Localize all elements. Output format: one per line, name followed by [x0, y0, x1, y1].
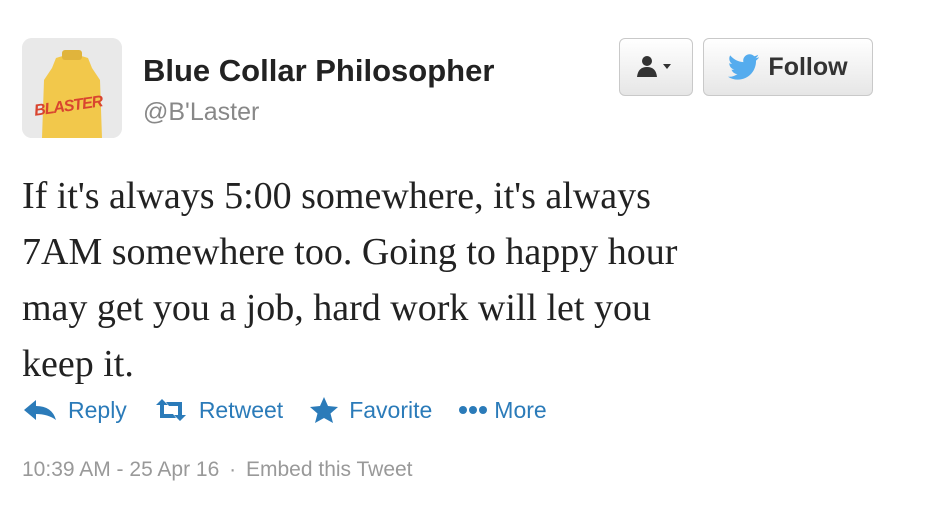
- embed-tweet-link[interactable]: Embed this Tweet: [246, 458, 413, 481]
- tweet-text: If it's always 5:00 somewhere, it's alwa…: [22, 168, 902, 392]
- reply-button[interactable]: Reply: [22, 397, 127, 424]
- tweet-timestamp[interactable]: 10:39 AM - 25 Apr 16: [22, 458, 219, 481]
- favorite-label: Favorite: [349, 396, 433, 423]
- meta-separator: ·: [229, 458, 237, 481]
- retweet-button[interactable]: Retweet: [153, 397, 283, 424]
- star-icon: [310, 397, 339, 423]
- blaster-logo-icon: [22, 38, 122, 138]
- reply-icon: [24, 400, 56, 420]
- tweet-meta: 10:39 AM - 25 Apr 16 · Embed this Tweet: [22, 458, 413, 482]
- tweet-text-line: keep it.: [22, 343, 134, 385]
- user-actions-button[interactable]: [619, 38, 693, 96]
- tweet-text-line: 7AM somewhere too. Going to happy hour: [22, 231, 678, 273]
- avatar[interactable]: BLASTER: [22, 38, 122, 138]
- twitter-bird-icon: [728, 54, 760, 80]
- retweet-icon: [155, 399, 186, 421]
- follow-button-label: Follow: [768, 52, 848, 81]
- follow-button[interactable]: Follow: [703, 38, 873, 96]
- favorite-button[interactable]: Favorite: [309, 396, 432, 424]
- author-handle[interactable]: @B'Laster: [143, 98, 259, 127]
- author-name[interactable]: Blue Collar Philosopher: [143, 53, 494, 89]
- more-button[interactable]: More: [458, 396, 547, 424]
- retweet-label: Retweet: [198, 396, 284, 423]
- reply-label: Reply: [68, 396, 127, 423]
- tweet-actions: Reply Retweet Favorite More: [22, 396, 573, 424]
- more-dots-icon: [459, 406, 488, 414]
- user-dropdown-icon: [637, 56, 671, 77]
- more-label: More: [494, 396, 547, 423]
- tweet-text-line: may get you a job, hard work will let yo…: [22, 287, 651, 329]
- tweet-text-line: If it's always 5:00 somewhere, it's alwa…: [22, 175, 651, 217]
